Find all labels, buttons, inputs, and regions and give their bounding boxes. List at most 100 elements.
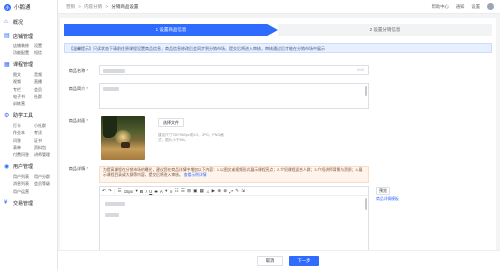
font-size-select[interactable]: 15px [124, 189, 133, 194]
title-input[interactable]: 0/40 [99, 65, 369, 75]
nav-item[interactable]: 专栏 [13, 86, 34, 93]
clear-format-icon[interactable]: ⊗ [223, 188, 227, 194]
list-icon[interactable]: ☷ [175, 188, 179, 194]
help-link[interactable]: 帮助中心 [432, 4, 449, 10]
nav-item[interactable]: 作业本 [13, 129, 34, 136]
cancel-button[interactable]: 取消 [257, 256, 283, 266]
steps-bar: 1 设置商品信息 2 设置分销信息 [64, 24, 492, 36]
course-icon: ▦ [4, 61, 10, 68]
yuan-icon: ¥ [4, 200, 8, 207]
preview-button[interactable]: 预览 [376, 187, 390, 195]
next-button[interactable]: 下一步 [289, 256, 319, 266]
image-icon[interactable]: ▣ [193, 188, 197, 194]
font-color-icon[interactable]: A [160, 189, 163, 194]
nav-item[interactable]: 设置 [34, 42, 55, 49]
choose-file-button[interactable]: 选择文件 [158, 118, 184, 127]
upload-hint: 建议尺寸750*560px或4:3，JPG、PNG格式，图片小于5M。 [158, 133, 224, 142]
nav-item[interactable]: 功能配置 [13, 49, 34, 56]
detail-label: 商品详情* [64, 166, 88, 172]
nav-head-course[interactable]: ▦ 课程管理 [0, 59, 57, 71]
nav-item[interactable]: 消息列表 [13, 180, 34, 187]
nav-item[interactable]: 会员 [34, 86, 55, 93]
nav-item[interactable]: 训练营 [13, 100, 34, 107]
nav-item[interactable]: 小社群 [34, 122, 55, 129]
nav-head-overview[interactable]: ⌂ 概况 [0, 16, 57, 28]
cover-label-text: 商品封面 [68, 118, 86, 123]
nav-item[interactable]: 短信 [34, 49, 55, 56]
nav-head-trade[interactable]: ¥ 交易管理 [0, 197, 57, 209]
link-icon[interactable]: ⊕ [217, 188, 221, 194]
nav-item[interactable]: 付费问答 [13, 151, 34, 158]
intro-textarea[interactable] [99, 83, 369, 109]
crumb-current: 分销商品设置 [111, 3, 139, 9]
nav-item[interactable]: 音频 [34, 71, 55, 78]
footer-bar: 取消 下一步 [58, 250, 500, 270]
chevron-down-icon[interactable]: ▾ [135, 188, 137, 194]
nav-head-tools[interactable]: ⚙ 助学工具 [0, 110, 57, 122]
nav-item[interactable]: 证书 [34, 137, 55, 144]
crumb-marketing[interactable]: 营销 [66, 4, 75, 9]
required-mark: * [86, 68, 88, 73]
nav-section-users: ◉ 用户管理 用户列表 用户分群 消息列表 会员等级 用户运营 [0, 161, 57, 195]
nav-item[interactable]: 电子书 [13, 93, 34, 100]
nav-item[interactable]: 资料包 [34, 144, 55, 151]
tools-icon: ⚙ [4, 112, 10, 119]
strikethrough-icon[interactable]: S [155, 189, 158, 194]
nav-grid: 打卡 小社群 作业本 考试 问答 证书 表单 资料包 付费问答 讲师管理 [0, 122, 57, 159]
nav-item[interactable]: 打卡 [13, 122, 34, 129]
scrollbar[interactable] [365, 198, 367, 210]
nav-item[interactable]: 视频 [13, 78, 34, 85]
nav-item[interactable]: 用户分群 [34, 173, 55, 180]
scrollbar[interactable] [365, 86, 367, 96]
crumb-distribution[interactable]: 内容分销 [84, 4, 102, 9]
paragraph-icon[interactable]: ☰ [118, 188, 122, 194]
redo-icon[interactable]: ↷ [108, 188, 112, 194]
chevron-down-icon[interactable]: ▾ [165, 188, 167, 194]
underline-icon[interactable]: U [149, 189, 152, 194]
home-icon: ⌂ [4, 19, 8, 25]
indent-icon[interactable]: ☰ [181, 188, 185, 194]
fullscreen-icon[interactable]: ⤢ [229, 189, 232, 194]
nav-item[interactable]: 会员等级 [34, 180, 55, 187]
required-mark: * [86, 86, 88, 91]
notice-link[interactable]: 通知 [456, 4, 465, 10]
nav-item[interactable]: 图文 [13, 71, 34, 78]
nav-item[interactable]: 讲师管理 [34, 151, 55, 158]
nav-head-store[interactable]: ▤ 店铺管理 [0, 30, 57, 42]
nav-item[interactable]: 店铺装修 [13, 42, 34, 49]
template-link[interactable]: 商品详情模板 [376, 197, 399, 202]
cover-label: 商品封面* [64, 118, 88, 124]
pen-icon[interactable]: ✎ [235, 188, 239, 194]
nav-item[interactable]: 考试 [34, 129, 55, 136]
brand[interactable]: 小 小鹅通 [0, 0, 57, 14]
user-icon: ◉ [4, 163, 10, 170]
align-icon[interactable]: ≡ [170, 189, 173, 194]
expand-icon[interactable]: ⇲ [241, 188, 245, 194]
nav-head-users[interactable]: ◉ 用户管理 [0, 161, 57, 173]
nav-item[interactable]: 表单 [13, 144, 34, 151]
nav-item[interactable]: 用户运营 [13, 188, 34, 195]
nav-item[interactable]: 社群 [34, 93, 55, 100]
avatar[interactable] [487, 3, 494, 10]
audio-icon[interactable]: ♫ [206, 189, 209, 194]
bold-icon[interactable]: B [140, 189, 143, 194]
table-icon[interactable]: ⊞ [187, 188, 191, 194]
example-link[interactable]: 查看示例详情 [184, 173, 207, 177]
nav-section-store: ▤ 店铺管理 店铺装修 设置 功能配置 短信 [0, 30, 57, 57]
nav-item[interactable]: 用户列表 [13, 173, 34, 180]
tip-banner: 【温馨提示】只读状态下请前往原课程设置商品信息，商品信息修改后会同步到分销市场，… [64, 43, 492, 53]
detail-warning: 为提高课程在分销市场的曝光，建议您在商品详情中增加以下内容：1.以图文或视频形式… [99, 166, 369, 183]
nav-section-trade: ¥ 交易管理 [0, 197, 57, 209]
nav-section-overview: ⌂ 概况 [0, 16, 57, 28]
italic-icon[interactable]: I [146, 189, 147, 194]
undo-icon[interactable]: ↶ [102, 188, 106, 194]
gallery-icon[interactable]: ▦ [200, 188, 204, 194]
settings-link[interactable]: 设置 [471, 4, 480, 10]
nav-grid: 用户列表 用户分群 消息列表 会员等级 用户运营 [0, 173, 57, 195]
app-frame: 小 小鹅通 ⌂ 概况 ▤ 店铺管理 店铺装修 设置 功能配置 短信 ▦ 课程管理… [0, 0, 500, 270]
video-icon[interactable]: ▶ [212, 188, 215, 194]
cover-image[interactable] [101, 116, 145, 160]
nav-item[interactable]: 问答 [13, 137, 34, 144]
nav-item[interactable]: 直播 [34, 78, 55, 85]
char-counter: 0/40 [357, 68, 364, 72]
